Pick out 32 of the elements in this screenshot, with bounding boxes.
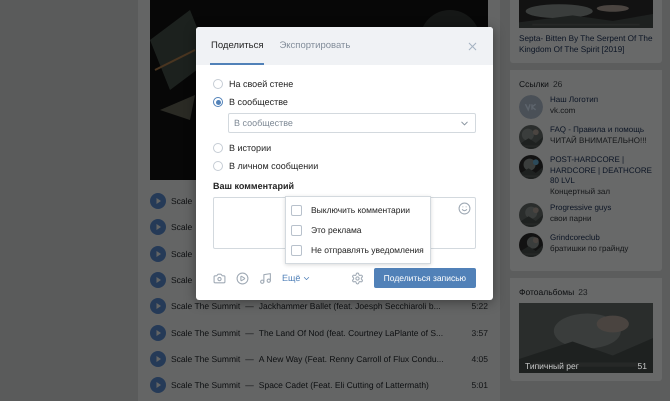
photo-count: 51: [638, 361, 647, 371]
albums-heading: Фотоальбомы: [519, 287, 574, 297]
links-heading: Ссылки: [519, 79, 549, 89]
track-artist: Scale The Summit: [171, 301, 240, 312]
track-artist: Scale: [171, 248, 192, 259]
link-subtitle: свои парни: [550, 214, 592, 224]
track-title: The Land Of Nod (feat. Courtney LaPlante of S...: [258, 328, 444, 338]
track-artist: Scale: [171, 275, 192, 286]
track-artist: Scale: [171, 196, 192, 206]
dash: —: [245, 380, 254, 390]
link-subtitle: ЧИТАЙ ВНИМАТЕЛЬНО!!!: [550, 136, 647, 146]
dash: —: [245, 354, 254, 364]
track-title: Jackhammer Ballet (feat. Joesph Secchiaroli b...: [258, 301, 442, 312]
track-artist: Scale: [171, 222, 192, 232]
track-duration: 3:57: [471, 328, 488, 338]
links-count: 26: [552, 79, 562, 89]
link-subtitle: Концертный зал: [550, 186, 612, 197]
albums-count: 23: [578, 287, 588, 297]
track-title: A New Way (Feat. Renny Carroll of Flux Condu...: [258, 354, 445, 364]
link-subtitle: vk.com: [550, 106, 576, 116]
comment-label: Ваш комментарий: [213, 181, 296, 191]
track-artist: Scale The Summit: [171, 380, 240, 390]
track-duration: 5:01: [471, 380, 488, 390]
album-title: Типичный рег: [525, 361, 579, 371]
dash: —: [245, 301, 254, 312]
link-subtitle: братишки по грайнду: [550, 244, 628, 254]
track-artist: Scale The Summit: [171, 354, 240, 364]
track-title: Space Cadet (Feat. Eli Cutting of Lattermath): [258, 380, 430, 390]
track-duration: 4:05: [471, 354, 488, 364]
track-artist: Scale The Summit: [171, 328, 240, 338]
track-duration: 5:22: [471, 301, 488, 312]
dash: —: [245, 328, 254, 338]
